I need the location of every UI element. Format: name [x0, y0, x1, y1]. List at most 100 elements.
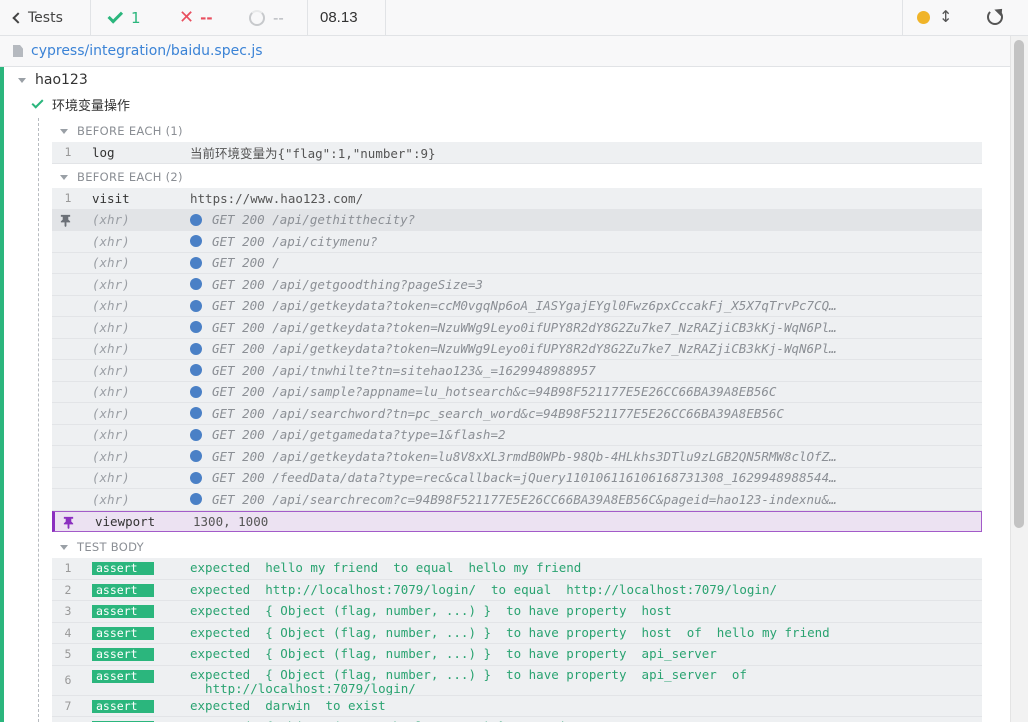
- command-message: GET 200 /feedData/data?type=rec&callback…: [190, 470, 837, 485]
- command-message: GET 200 /api/gethitthecity?: [190, 212, 415, 227]
- sort-arrows-icon[interactable]: ↕: [939, 7, 952, 26]
- pass-status-rail: [0, 67, 4, 722]
- command-message: GET 200 /api/sample?appname=lu_hotsearch…: [190, 384, 776, 399]
- caret-down-icon: [18, 77, 26, 83]
- tests-back-button[interactable]: Tests: [0, 0, 91, 35]
- command-row[interactable]: 1 visit https://www.hao123.com/: [52, 188, 982, 210]
- xhr-url: GET 200 /api/getgoodthing?pageSize=3: [212, 276, 483, 292]
- xhr-dot-icon: [190, 299, 202, 312]
- assert-command-row[interactable]: 3 assert expected { Object (flag, number, …: [52, 601, 982, 623]
- xhr-dot-icon: [190, 321, 202, 334]
- scrollbar[interactable]: [1010, 36, 1028, 722]
- hook-title-before-each-2[interactable]: BEFORE EACH (2): [60, 168, 183, 186]
- xhr-dot-icon: [190, 428, 202, 441]
- hook-title-test-body[interactable]: TEST BODY: [60, 538, 144, 556]
- assert-command-row[interactable]: 6 assert expected { Object (flag, number, …: [52, 665, 982, 696]
- chevron-left-icon: [12, 11, 24, 24]
- command-message: 1300, 1000: [193, 513, 269, 529]
- xhr-url: GET 200 /feedData/data?type=rec&callback…: [212, 470, 837, 486]
- command-name: (xhr): [92, 276, 130, 292]
- xhr-command-row[interactable]: (xhr) GET 200 /api/getkeydata?token=ccM0v…: [52, 295, 982, 317]
- hook-commands-2: 1 visit https://www.hao123.com/ (xhr) GET 20…: [52, 188, 982, 532]
- command-number: 6: [64, 673, 72, 687]
- hook-title-before-each-1[interactable]: BEFORE EACH (1): [60, 122, 183, 140]
- command-name: (xhr): [92, 298, 130, 314]
- command-name: (xhr): [92, 362, 130, 378]
- reload-icon[interactable]: [987, 9, 1003, 25]
- xhr-command-row[interactable]: (xhr) GET 200 /api/getgamedata?type=1&fla…: [52, 424, 982, 446]
- caret-down-icon: [60, 128, 68, 134]
- tree-guide-line: [38, 118, 39, 722]
- assert-message: expected { Object (flag, number, ...) } …: [190, 646, 717, 662]
- scrollbar-thumb[interactable]: [1014, 40, 1024, 528]
- assert-message: expected { Object (flag, number, ...) } …: [190, 603, 672, 619]
- x-icon: ✕: [179, 7, 195, 28]
- assert-command-row[interactable]: 2 assert expected http://localhost:7079/lo…: [52, 579, 982, 601]
- xhr-command-row[interactable]: (xhr) GET 200 /api/searchword?tn=pc_searc…: [52, 403, 982, 425]
- command-message: GET 200 /api/searchrecom?c=94B98F521177E…: [190, 492, 837, 507]
- command-message: 当前环境变量为{"flag":1,"number":9}: [190, 145, 436, 161]
- xhr-dot-icon: [190, 213, 202, 226]
- xhr-dot-icon: [190, 493, 202, 506]
- xhr-command-row[interactable]: (xhr) GET 200 /api/tnwhilte?tn=sitehao123…: [52, 360, 982, 382]
- command-message: GET 200 /api/getgamedata?type=1&flash=2: [190, 427, 506, 442]
- xhr-url: GET 200 /api/citymenu?: [212, 233, 378, 249]
- command-number: 7: [64, 698, 72, 713]
- xhr-command-row[interactable]: (xhr) GET 200 /api/getkeydata?token=NzuWW…: [52, 338, 982, 360]
- command-row[interactable]: viewport 1300, 1000: [52, 510, 982, 532]
- xhr-dot-icon: [190, 407, 202, 420]
- xhr-command-row[interactable]: (xhr) GET 200 /feedData/data?type=rec&cal…: [52, 467, 982, 489]
- spec-path-bar: cypress/integration/baidu.spec.js: [0, 36, 1010, 67]
- pending-stat: --: [239, 0, 308, 35]
- xhr-url: GET 200 /api/tnwhilte?tn=sitehao123&_=16…: [212, 362, 596, 378]
- xhr-url: GET 200 /api/getgamedata?type=1&flash=2: [212, 427, 506, 443]
- xhr-command-row[interactable]: (xhr) GET 200 /api/citymenu?: [52, 231, 982, 253]
- caret-down-icon: [60, 174, 68, 180]
- pin-icon: [63, 516, 74, 529]
- command-message: GET 200 /api/searchword?tn=pc_search_wor…: [190, 406, 784, 421]
- assert-command-row[interactable]: 5 assert expected { Object (flag, number, …: [52, 644, 982, 666]
- header-controls: ↕: [902, 0, 1028, 35]
- suite-title-row[interactable]: hao123: [18, 70, 88, 90]
- assert-message: expected hello my friend to equal hello …: [190, 560, 582, 576]
- assert-message: expected { Object (flag, number, ...) } …: [190, 666, 747, 696]
- xhr-command-row[interactable]: (xhr) GET 200 /api/searchrecom?c=94B98F52…: [52, 489, 982, 511]
- xhr-command-row[interactable]: (xhr) GET 200 /api/sample?appname=lu_hots…: [52, 381, 982, 403]
- assert-message: expected darwin to exist: [190, 697, 386, 713]
- xhr-url: GET 200 /api/getkeydata?token=NzuWWg9Ley…: [212, 319, 837, 335]
- assert-command-row[interactable]: 7 assert expected darwin to exist: [52, 695, 982, 717]
- command-name: log: [92, 144, 115, 160]
- command-name: (xhr): [92, 405, 130, 421]
- pin-icon: [60, 214, 71, 227]
- test-body-commands: 1 assert expected hello my friend to equal…: [52, 558, 982, 722]
- xhr-command-row[interactable]: (xhr) GET 200 /api/getkeydata?token=lu8V8…: [52, 446, 982, 468]
- command-row[interactable]: 1 log 当前环境变量为{"flag":1,"number":9}: [52, 142, 982, 164]
- assert-command-row[interactable]: 4 assert expected { Object (flag, number, …: [52, 622, 982, 644]
- command-message: GET 200 /api/getkeydata?token=lu8V8xXL3r…: [190, 449, 837, 464]
- assert-command-row[interactable]: 1 assert expected hello my friend to equal…: [52, 558, 982, 580]
- test-title: 环境变量操作: [52, 98, 131, 114]
- command-name: (xhr): [92, 448, 130, 464]
- xhr-dot-icon: [190, 385, 202, 398]
- reporter-header: Tests 1 ✕ -- -- 08.13 ↕: [0, 0, 1028, 36]
- command-name: visit: [92, 190, 130, 206]
- passed-count: 1: [131, 8, 141, 27]
- tests-label: Tests: [28, 9, 63, 26]
- xhr-command-row[interactable]: (xhr) GET 200 /: [52, 252, 982, 274]
- xhr-command-row[interactable]: (xhr) GET 200 /api/gethitthecity?: [52, 209, 982, 231]
- assert-message: expected http://localhost:7079/login/ to…: [190, 581, 777, 597]
- passed-stat: 1: [91, 0, 167, 35]
- command-name: (xhr): [92, 212, 130, 228]
- xhr-dot-icon: [190, 364, 202, 377]
- failed-count: --: [200, 8, 213, 27]
- test-title-row[interactable]: 环境变量操作: [31, 94, 131, 114]
- xhr-command-row[interactable]: (xhr) GET 200 /api/getkeydata?token=NzuWW…: [52, 317, 982, 339]
- command-number: 1: [64, 191, 72, 206]
- xhr-url: GET 200 /api/searchrecom?c=94B98F521177E…: [212, 491, 837, 507]
- xhr-command-row[interactable]: (xhr) GET 200 /api/getgoodthing?pageSize=…: [52, 274, 982, 296]
- spec-path-link[interactable]: cypress/integration/baidu.spec.js: [31, 43, 263, 59]
- xhr-url: GET 200 /api/getkeydata?token=ccM0vgqNp6…: [212, 298, 837, 314]
- assert-command-row[interactable]: 8assertexpected { Object (name, absolute…: [52, 717, 982, 722]
- command-name: (xhr): [92, 341, 130, 357]
- xhr-dot-icon: [190, 342, 202, 355]
